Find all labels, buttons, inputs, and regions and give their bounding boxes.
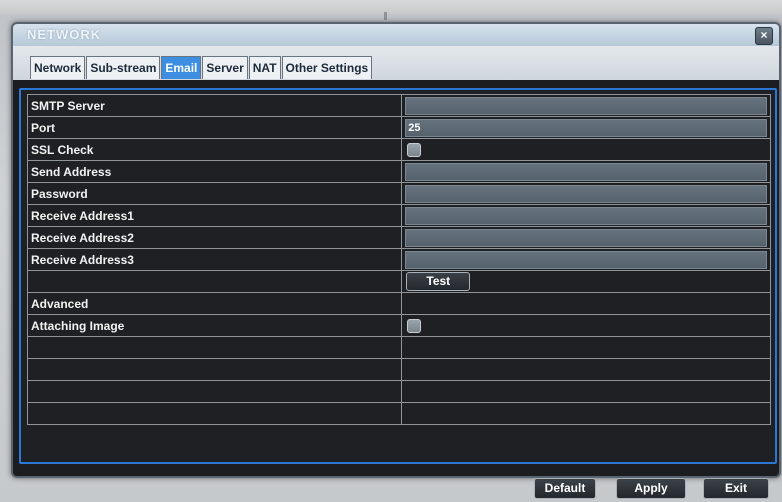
window-title: NETWORK	[27, 27, 102, 42]
bezel-mark	[384, 12, 387, 20]
empty-cell	[26, 402, 403, 425]
tab-server[interactable]: Server	[202, 56, 248, 79]
empty-cell	[401, 292, 771, 315]
table-row: Send Address	[26, 160, 771, 183]
email-settings-panel: SMTP Server Port 25 SSL Check Send Addre…	[19, 88, 777, 464]
table-row	[26, 336, 771, 359]
title-bar: NETWORK ×	[13, 24, 779, 46]
port-input[interactable]: 25	[405, 118, 767, 137]
monitor-bezel	[0, 0, 782, 14]
table-row: Password	[26, 182, 771, 205]
receive-address1-label: Receive Address1	[26, 204, 403, 227]
empty-cell	[401, 358, 771, 381]
empty-cell	[26, 380, 403, 403]
password-input[interactable]	[405, 184, 767, 203]
tab-other-settings[interactable]: Other Settings	[281, 56, 373, 79]
advanced-label[interactable]: Advanced	[26, 292, 403, 315]
empty-cell	[26, 336, 403, 359]
receive-address2-label: Receive Address2	[26, 226, 403, 249]
empty-cell	[26, 358, 403, 381]
receive-address1-input[interactable]	[405, 206, 767, 225]
table-row: Port 25	[26, 116, 771, 139]
send-address-label: Send Address	[26, 160, 403, 183]
port-label: Port	[26, 116, 403, 139]
tab-bar: Network Sub-stream Email Server NAT Othe…	[13, 46, 779, 80]
table-row: Receive Address1	[26, 204, 771, 227]
default-button[interactable]: Default	[534, 478, 596, 499]
table-row: Attaching Image	[26, 314, 771, 337]
receive-address3-label: Receive Address3	[26, 248, 403, 271]
close-icon[interactable]: ×	[755, 27, 773, 45]
ssl-check-checkbox[interactable]	[407, 142, 422, 157]
receive-address2-input[interactable]	[405, 228, 767, 247]
table-row: Receive Address2	[26, 226, 771, 249]
table-row	[26, 358, 771, 381]
table-row: SSL Check	[26, 138, 771, 161]
tab-nat[interactable]: NAT	[248, 56, 281, 79]
send-address-input[interactable]	[405, 162, 767, 181]
table-row: Advanced	[26, 292, 771, 315]
table-row: Receive Address3	[26, 248, 771, 271]
empty-cell	[26, 270, 403, 293]
apply-button[interactable]: Apply	[616, 478, 686, 499]
tab-network[interactable]: Network	[30, 56, 86, 79]
smtp-server-label: SMTP Server	[26, 94, 403, 117]
smtp-server-input[interactable]	[405, 96, 767, 115]
attaching-image-label: Attaching Image	[26, 314, 403, 337]
ssl-check-label: SSL Check	[26, 138, 403, 161]
empty-cell	[401, 336, 771, 359]
table-row	[26, 380, 771, 403]
table-row	[26, 402, 771, 425]
exit-button[interactable]: Exit	[703, 478, 769, 499]
password-label: Password	[26, 182, 403, 205]
email-settings-table: SMTP Server Port 25 SSL Check Send Addre…	[26, 94, 771, 425]
attaching-image-checkbox[interactable]	[407, 318, 422, 333]
table-row: SMTP Server	[26, 94, 771, 117]
table-row: Test	[26, 270, 771, 293]
network-dialog: NETWORK × Network Sub-stream Email Serve…	[11, 22, 781, 499]
empty-cell	[401, 402, 771, 425]
tab-email[interactable]: Email	[161, 56, 202, 79]
tab-sub-stream[interactable]: Sub-stream	[86, 56, 161, 79]
empty-cell	[401, 380, 771, 403]
test-button[interactable]: Test	[406, 272, 471, 291]
receive-address3-input[interactable]	[405, 250, 767, 269]
